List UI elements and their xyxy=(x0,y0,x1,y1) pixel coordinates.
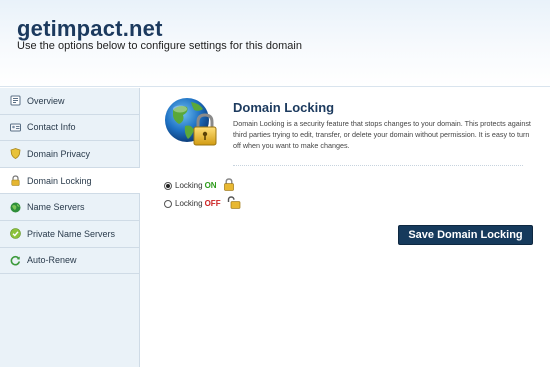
lock-closed-icon xyxy=(223,178,235,193)
locking-off-option[interactable]: Locking OFF xyxy=(164,196,241,211)
option-label: Locking xyxy=(175,181,203,190)
sidebar-item-name-servers[interactable]: Name Servers xyxy=(0,194,139,221)
sidebar-item-domain-locking[interactable]: Domain Locking xyxy=(0,167,140,195)
sidebar-item-label: Contact Info xyxy=(27,122,76,133)
section-description: Domain Locking is a security feature tha… xyxy=(233,119,531,150)
refresh-icon xyxy=(10,255,21,266)
contact-card-icon xyxy=(10,122,21,133)
sidebar-item-label: Domain Privacy xyxy=(27,148,91,159)
sidebar-item-label: Domain Locking xyxy=(27,175,92,186)
sidebar-item-contact-info[interactable]: Contact Info xyxy=(0,115,139,142)
sidebar-item-label: Name Servers xyxy=(27,202,85,213)
sidebar-item-private-name-servers[interactable]: Private Name Servers xyxy=(0,221,139,248)
sidebar: Overview Contact Info Domain Privacy Dom… xyxy=(0,88,140,367)
check-circle-icon xyxy=(10,228,21,240)
lock-icon xyxy=(10,175,21,186)
domain-title: getimpact.net xyxy=(17,16,163,41)
globe-lock-icon xyxy=(163,96,219,152)
locking-on-radio[interactable] xyxy=(164,181,172,190)
locking-on-option[interactable]: Locking ON xyxy=(164,178,235,193)
option-label: Locking xyxy=(175,199,203,208)
header-subtitle: Use the options below to configure setti… xyxy=(17,40,302,52)
sidebar-item-auto-renew[interactable]: Auto-Renew xyxy=(0,248,139,275)
overview-icon xyxy=(10,95,21,106)
option-state-on: ON xyxy=(204,181,217,190)
shield-icon xyxy=(10,148,21,160)
sidebar-item-label: Auto-Renew xyxy=(27,255,77,266)
sidebar-item-domain-privacy[interactable]: Domain Privacy xyxy=(0,141,139,168)
option-state-off: OFF xyxy=(204,199,221,208)
sidebar-item-overview[interactable]: Overview xyxy=(0,88,139,115)
lock-open-icon xyxy=(227,196,241,211)
section-title: Domain Locking xyxy=(233,100,335,115)
locking-off-radio[interactable] xyxy=(164,199,172,208)
globe-icon xyxy=(10,202,21,213)
page-header: getimpact.net Use the options below to c… xyxy=(0,0,550,87)
sidebar-item-label: Overview xyxy=(27,95,65,106)
divider xyxy=(233,165,523,166)
main-panel: Domain Locking Domain Locking is a secur… xyxy=(141,88,550,367)
save-domain-locking-button[interactable]: Save Domain Locking xyxy=(398,225,533,245)
sidebar-item-label: Private Name Servers xyxy=(27,228,116,239)
